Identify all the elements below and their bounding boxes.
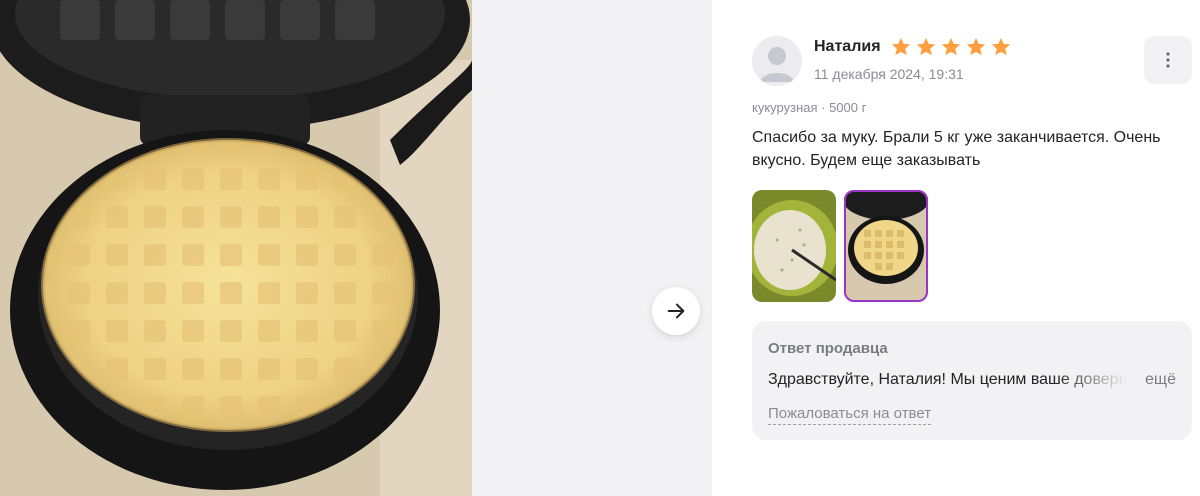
star-icon: [916, 37, 936, 56]
complain-link[interactable]: Пожаловаться на ответ: [768, 404, 932, 425]
star-icon: [991, 37, 1011, 56]
star-icon: [941, 37, 961, 56]
photo-batter-thumbnail: [752, 190, 836, 302]
arrow-right-icon: [667, 303, 685, 319]
seller-answer-more-link[interactable]: ещё: [1145, 371, 1176, 393]
avatar: [752, 36, 802, 86]
photo-waffle-thumbnail: [844, 190, 928, 302]
review-text: Спасибо за муку. Брали 5 кг уже заканчив…: [752, 129, 1161, 169]
star-icon: [891, 37, 911, 56]
star-icon: [966, 37, 986, 56]
review-date: 11 декабря 2024, 19:31: [814, 66, 964, 82]
thumbnail-batter[interactable]: [752, 190, 836, 302]
rating-stars: [890, 36, 1012, 58]
more-vertical-icon: [1166, 52, 1170, 68]
photo-viewer: [0, 0, 712, 496]
review-author: Наталия: [814, 38, 881, 55]
user-avatar-icon: [760, 47, 794, 82]
review-photo: [0, 0, 472, 496]
product-variant: кукурузная · 5000 г: [752, 100, 867, 115]
thumbnail-waffle[interactable]: [844, 190, 928, 302]
seller-answer-fade: ещё: [1056, 371, 1176, 393]
seller-answer: Ответ продавца Здравствуйте, Наталия! Мы…: [752, 321, 1192, 440]
seller-answer-title: Ответ продавца: [768, 340, 888, 357]
next-photo-button[interactable]: [652, 287, 700, 335]
photo-thumbnails: [752, 190, 928, 302]
seller-answer-text-container: Здравствуйте, Наталия! Мы ценим ваше дов…: [768, 371, 1176, 393]
more-options-button[interactable]: [1144, 36, 1192, 84]
